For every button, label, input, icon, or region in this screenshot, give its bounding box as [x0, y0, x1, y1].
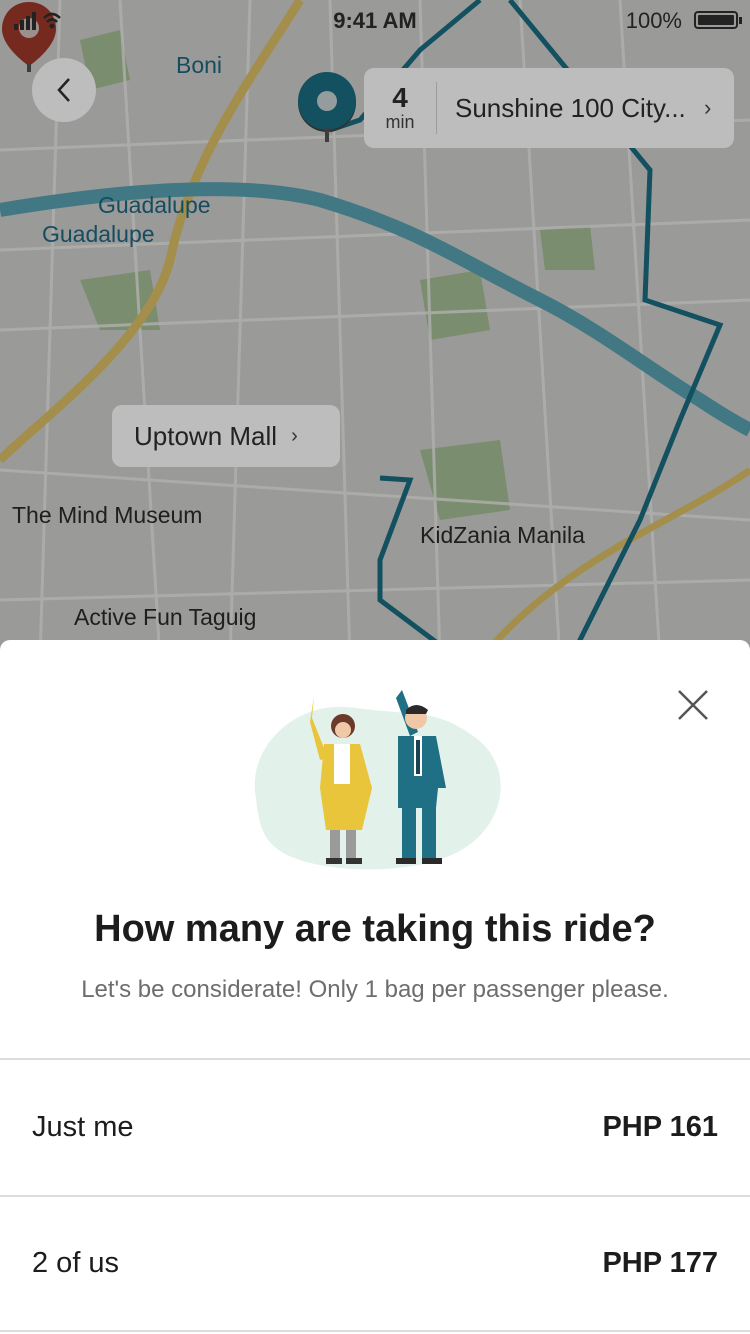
option-label: 2 of us [32, 1247, 120, 1279]
battery-icon [694, 11, 742, 29]
eta-unit: min [385, 111, 415, 132]
dropoff-location-card[interactable]: Uptown Mall › [112, 405, 340, 467]
back-button[interactable] [32, 58, 96, 122]
chevron-right-icon: › [291, 424, 298, 447]
option-just-me[interactable]: Just me PHP 161 [0, 1058, 750, 1195]
passengers-illustration [254, 690, 501, 870]
close-icon[interactable] [676, 688, 710, 722]
eta-display: 4 min [364, 82, 437, 134]
battery-percent: 100% [625, 8, 682, 33]
option-price: PHP 161 [602, 1111, 718, 1143]
passenger-count-sheet: How many are taking this ride? Let's be … [0, 640, 750, 1334]
chevron-right-icon: › [704, 95, 712, 120]
option-label: Just me [32, 1111, 134, 1143]
pickup-eta-card[interactable]: 4 min Sunshine 100 City... › [364, 68, 734, 148]
sheet-title: How many are taking this ride? [94, 908, 656, 950]
dropoff-location-name: Uptown Mall [134, 420, 278, 451]
eta-value: 4 [392, 81, 408, 113]
status-bar: 9:41 AM 100% [0, 0, 750, 40]
sheet-subtitle: Let's be considerate! Only 1 bag per pas… [81, 976, 669, 1003]
option-price: PHP 177 [602, 1247, 718, 1279]
option-two-of-us[interactable]: 2 of us PHP 177 [0, 1195, 750, 1332]
pickup-location-name: Sunshine 100 City... [455, 92, 686, 123]
chevron-left-icon [57, 78, 70, 102]
